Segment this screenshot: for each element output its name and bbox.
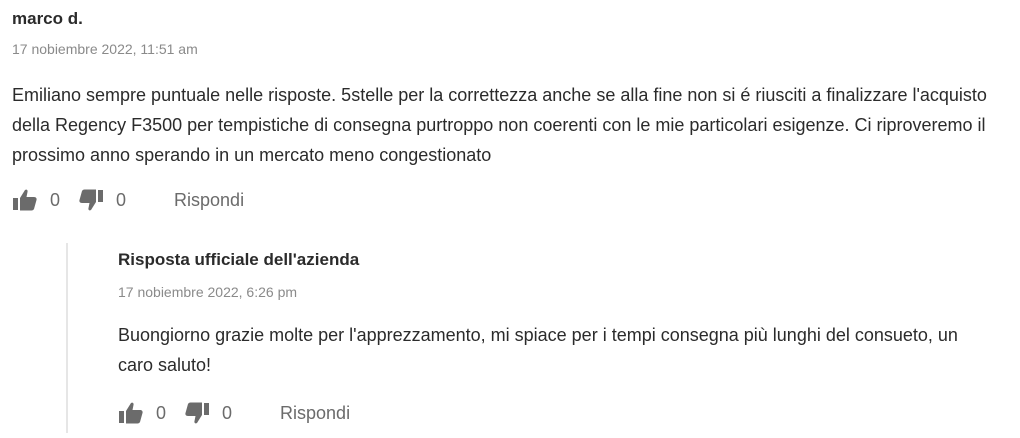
reply-link[interactable]: Rispondi bbox=[174, 190, 244, 211]
dislike-count: 0 bbox=[116, 189, 127, 210]
thumbs-up-icon[interactable] bbox=[118, 401, 144, 425]
official-reply-date: 17 nobiembre 2022, 6:26 pm bbox=[118, 284, 298, 300]
dislike-count: 0 bbox=[222, 402, 233, 423]
review-actions: 0 0 Rispondi bbox=[12, 187, 244, 213]
reply-link[interactable]: Rispondi bbox=[280, 403, 350, 424]
like-count: 0 bbox=[50, 189, 61, 210]
official-reply: Risposta ufficiale dell'azienda 17 nobie… bbox=[66, 243, 1008, 433]
official-reply-actions: 0 0 Rispondi bbox=[118, 400, 350, 426]
official-reply-body: Buongiorno grazie molte per l'apprezzame… bbox=[118, 325, 958, 375]
thumbs-down-icon[interactable] bbox=[78, 188, 104, 212]
review-date: 17 nobiembre 2022, 11:51 am bbox=[12, 41, 198, 57]
like-count: 0 bbox=[156, 402, 167, 423]
thumbs-down-icon[interactable] bbox=[184, 401, 210, 425]
review-author: marco d. bbox=[12, 9, 83, 28]
thumbs-up-icon[interactable] bbox=[12, 188, 38, 212]
review-body: Emiliano sempre puntuale nelle risposte.… bbox=[12, 85, 987, 165]
official-reply-author: Risposta ufficiale dell'azienda bbox=[118, 250, 360, 269]
